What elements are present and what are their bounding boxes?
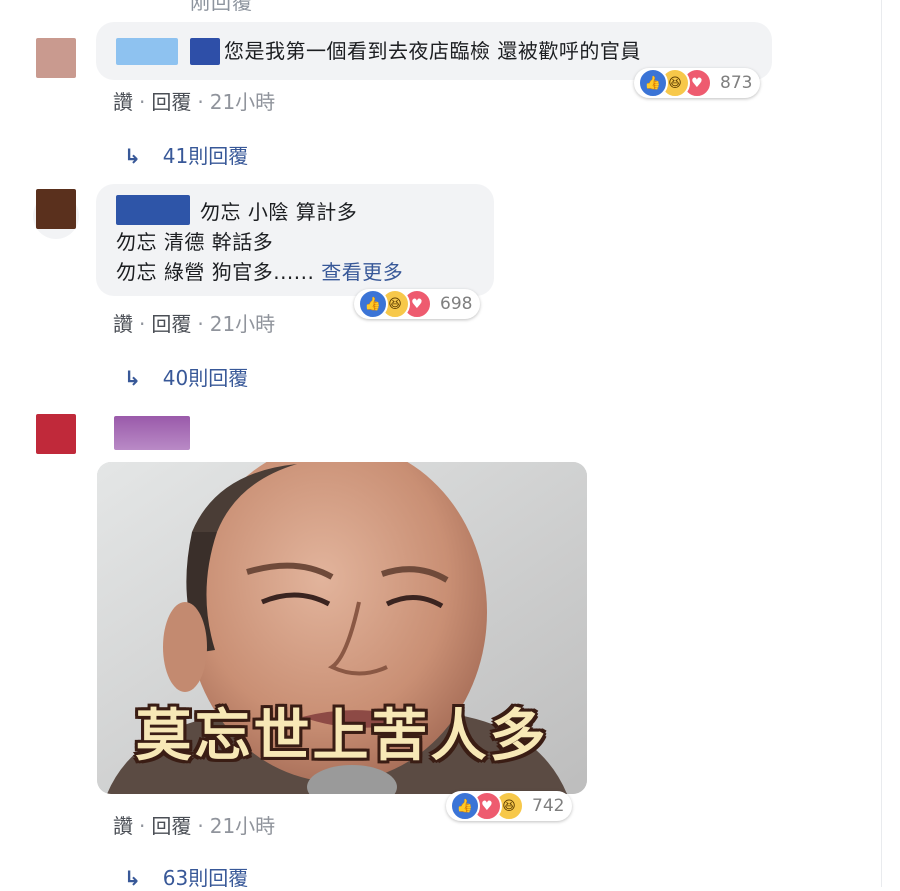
scrollbar[interactable] [881, 0, 900, 887]
comment-photo[interactable]: 莫忘世上苦人多 [97, 462, 587, 794]
commenter-name[interactable] [114, 416, 190, 450]
comment-actions: 讚 · 回覆 · 21小時 [113, 814, 276, 838]
thumbs-up-icon: 👍 [358, 289, 388, 319]
reply-arrow-icon: ↳ [124, 866, 141, 890]
comment-text: 您是我第一個看到去夜店臨檢 還被歡呼的官員 [224, 39, 641, 63]
reaction-count: 742 [532, 796, 565, 816]
see-more-link[interactable]: 查看更多 [321, 260, 403, 284]
reaction-summary[interactable]: 👍 😆 ♥ 873 [634, 68, 761, 98]
view-replies-link[interactable]: ↳ 40則回覆 [124, 362, 248, 391]
reply-arrow-icon: ↳ [124, 144, 141, 168]
reaction-summary[interactable]: 👍 ♥ 😆 742 [446, 791, 573, 821]
comment-text-line-3: 勿忘 綠營 狗官多...... 查看更多 [116, 260, 404, 284]
reply-link[interactable]: 回覆 [151, 90, 191, 114]
reply-link[interactable]: 回覆 [151, 312, 191, 336]
thumbs-up-icon: 👍 [450, 791, 480, 821]
reaction-count: 698 [440, 294, 473, 314]
avatar[interactable] [36, 38, 76, 78]
timestamp[interactable]: 21小時 [210, 90, 275, 114]
commenter-name-part[interactable] [190, 38, 220, 65]
reply-arrow-icon: ↳ [124, 366, 141, 390]
like-link[interactable]: 讚 [113, 90, 133, 114]
comment-actions: 讚 · 回覆 · 21小時 [113, 312, 276, 336]
timestamp[interactable]: 21小時 [210, 312, 275, 336]
view-replies-link[interactable]: ↳ 41則回覆 [124, 140, 248, 169]
reply-link[interactable]: 回覆 [151, 814, 191, 838]
avatar[interactable] [36, 414, 76, 454]
comment-actions: 讚 · 回覆 · 21小時 [113, 90, 276, 114]
avatar[interactable] [36, 189, 76, 229]
photo-caption: 莫忘世上苦人多 [135, 704, 549, 769]
commenter-name[interactable] [116, 38, 178, 65]
previous-comment-fragment: 刚回覆 [190, 0, 253, 14]
reaction-count: 873 [720, 73, 753, 93]
timestamp[interactable]: 21小時 [210, 814, 275, 838]
comment-text-line-2: 勿忘 清德 幹話多 [116, 230, 274, 254]
commenter-name[interactable] [116, 195, 190, 225]
thumbs-up-icon: 👍 [638, 68, 668, 98]
like-link[interactable]: 讚 [113, 312, 133, 336]
like-link[interactable]: 讚 [113, 814, 133, 838]
reaction-summary[interactable]: 👍 😆 ♥ 698 [354, 289, 481, 319]
comment-text-line-1: 勿忘 小陰 算計多 [200, 200, 358, 224]
